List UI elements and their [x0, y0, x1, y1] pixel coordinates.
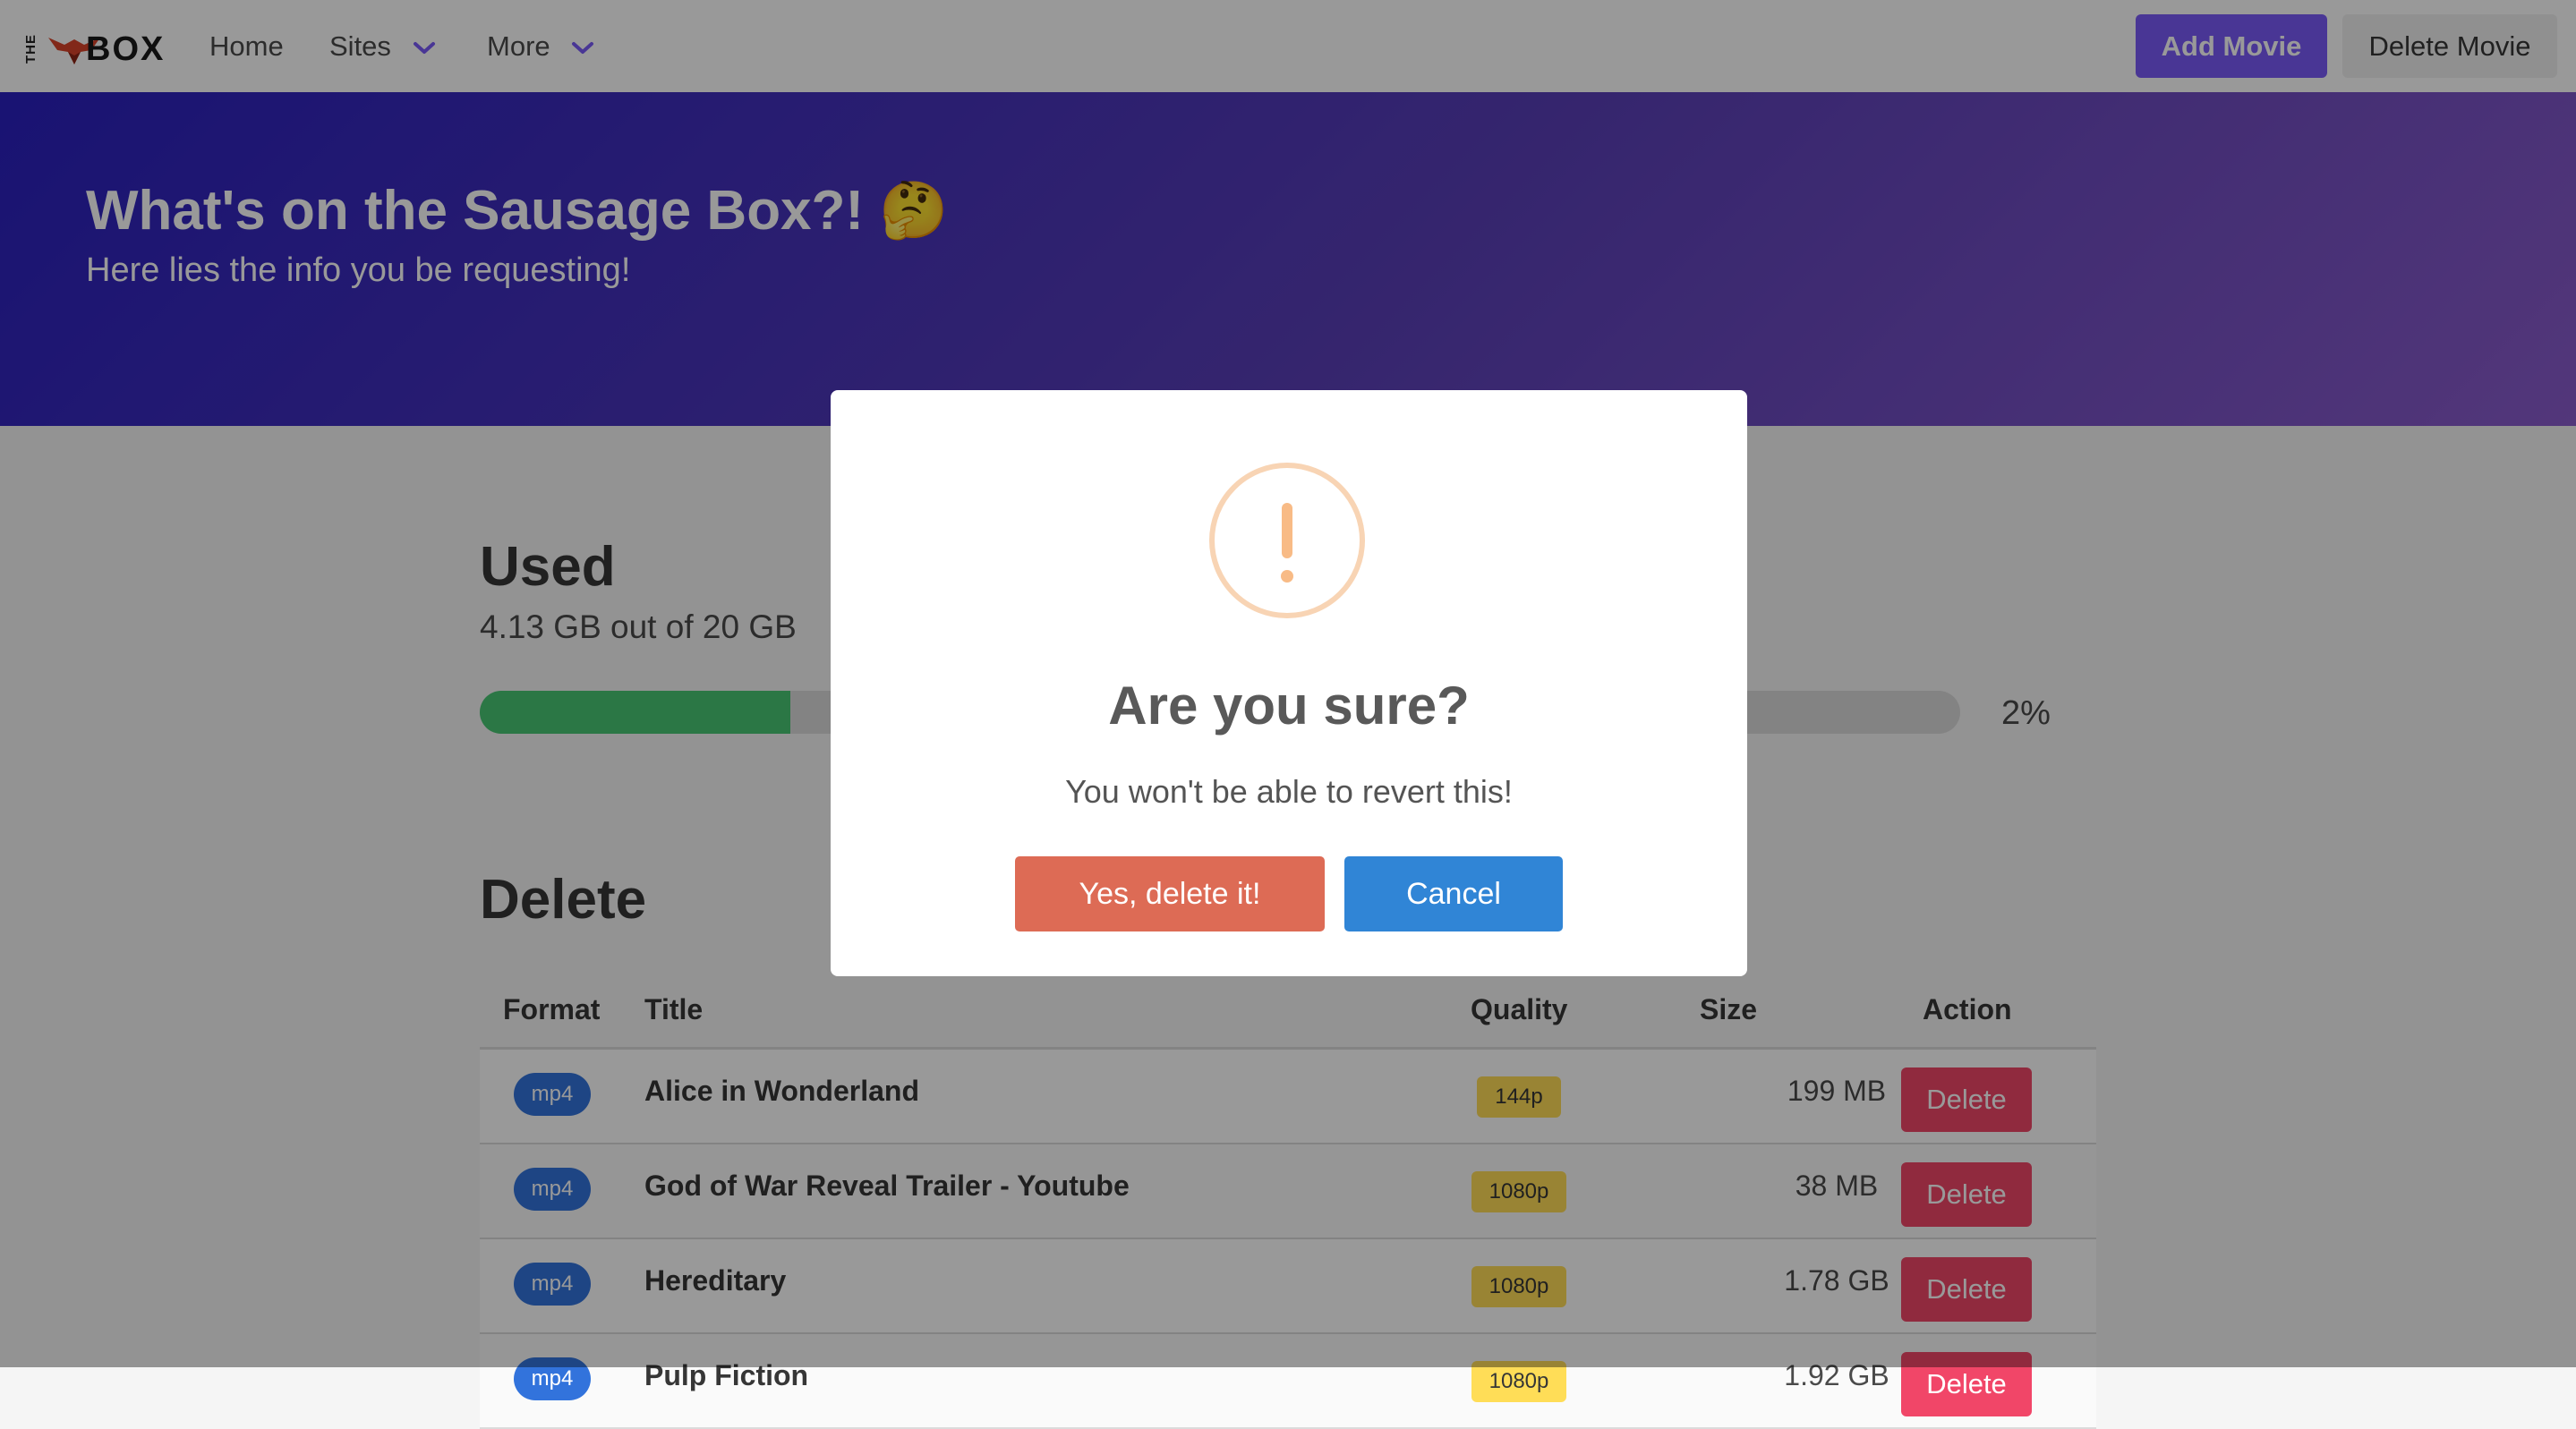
dialog-message: You won't be able to revert this! — [1065, 773, 1513, 810]
confirm-delete-button[interactable]: Yes, delete it! — [1015, 856, 1325, 931]
confirm-delete-dialog: Are you sure? You won't be able to rever… — [831, 390, 1747, 976]
cancel-button[interactable]: Cancel — [1344, 856, 1563, 931]
exclamation-icon — [1209, 463, 1365, 618]
dialog-title: Are you sure? — [1108, 676, 1470, 736]
